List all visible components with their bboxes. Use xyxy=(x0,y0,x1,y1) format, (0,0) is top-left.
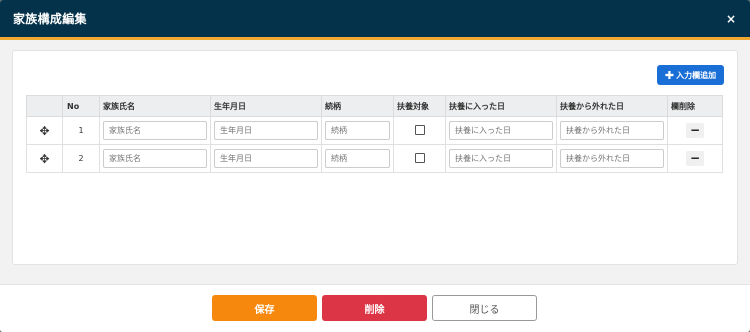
move-handle-icon[interactable]: ✥ xyxy=(26,144,63,173)
family-table: No 家族氏名 生年月日 続柄 扶養対象 扶養に入った日 扶養から外れた日 欄削… xyxy=(26,95,723,173)
move-handle-icon[interactable]: ✥ xyxy=(26,116,63,145)
header-dependent: 扶養対象 xyxy=(393,95,446,117)
dependent-end-input[interactable] xyxy=(560,121,664,140)
birthdate-input[interactable] xyxy=(214,149,318,168)
add-row-label: 入力欄追加 xyxy=(676,70,717,80)
header-relation: 続柄 xyxy=(321,95,394,117)
header-no: No xyxy=(62,95,100,117)
dependent-checkbox[interactable] xyxy=(414,152,425,163)
family-name-input[interactable] xyxy=(103,121,207,140)
family-edit-modal: 家族構成編集 × ✚ 入力欄追加 No 家族氏名 生年月日 続柄 扶養対象 扶養… xyxy=(0,0,750,332)
header-entered: 扶養に入った日 xyxy=(445,95,557,117)
modal-title: 家族構成編集 xyxy=(13,12,87,26)
header-delete: 欄削除 xyxy=(667,95,723,117)
header-name: 家族氏名 xyxy=(99,95,211,117)
relation-input[interactable] xyxy=(325,149,390,168)
remove-row-button[interactable]: − xyxy=(686,123,704,138)
delete-button[interactable]: 削除 xyxy=(322,295,427,321)
dependent-checkbox[interactable] xyxy=(414,124,425,135)
close-icon[interactable]: × xyxy=(726,12,736,26)
family-name-input[interactable] xyxy=(103,149,207,168)
row-number: 2 xyxy=(62,144,100,173)
family-card: ✚ 入力欄追加 No 家族氏名 生年月日 続柄 扶養対象 扶養に入った日 扶養か… xyxy=(12,50,738,265)
modal-header: 家族構成編集 × xyxy=(0,0,750,40)
remove-row-button[interactable]: − xyxy=(686,151,704,166)
header-birthdate: 生年月日 xyxy=(210,95,322,117)
dependent-start-input[interactable] xyxy=(449,121,553,140)
dependent-start-input[interactable] xyxy=(449,149,553,168)
row-number: 1 xyxy=(62,116,100,145)
birthdate-input[interactable] xyxy=(214,121,318,140)
add-row-button[interactable]: ✚ 入力欄追加 xyxy=(657,65,724,85)
save-button[interactable]: 保存 xyxy=(212,295,317,321)
table-row: ✥ 2 − xyxy=(26,144,723,173)
header-left: 扶養から外れた日 xyxy=(556,95,668,117)
modal-footer: 保存 削除 閉じる xyxy=(0,284,750,332)
relation-input[interactable] xyxy=(325,121,390,140)
header-move xyxy=(26,95,63,117)
plus-icon: ✚ xyxy=(664,68,675,82)
close-button[interactable]: 閉じる xyxy=(432,295,537,321)
table-row: ✥ 1 − xyxy=(26,116,723,145)
modal-body: ✚ 入力欄追加 No 家族氏名 生年月日 続柄 扶養対象 扶養に入った日 扶養か… xyxy=(0,40,750,284)
table-header-row: No 家族氏名 生年月日 続柄 扶養対象 扶養に入った日 扶養から外れた日 欄削… xyxy=(26,95,723,117)
dependent-end-input[interactable] xyxy=(560,149,664,168)
